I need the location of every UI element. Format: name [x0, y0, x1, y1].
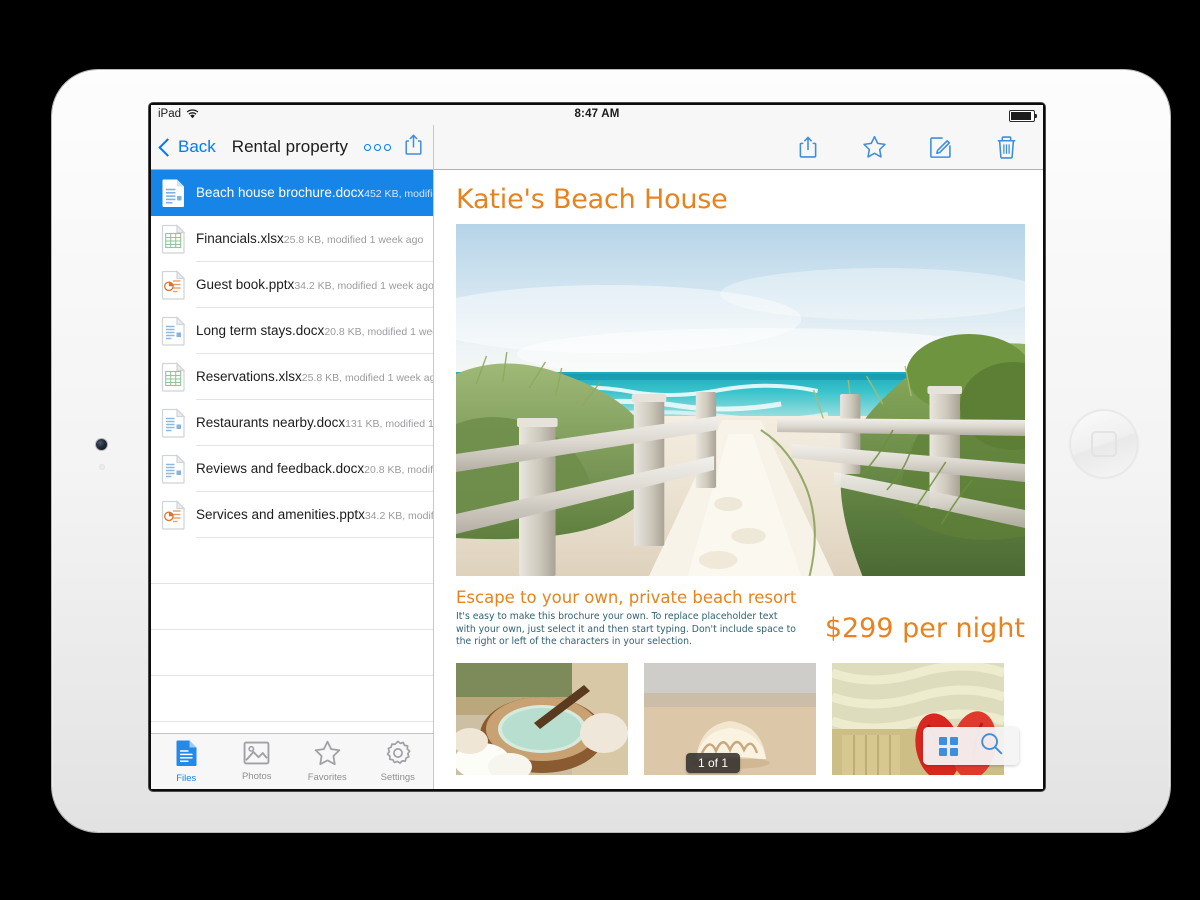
empty-list-row — [151, 538, 433, 584]
ipad-device-frame: iPad 8:47 AM Back — [52, 70, 1170, 832]
tab-label: Files — [151, 773, 222, 784]
hero-image — [456, 224, 1025, 576]
home-button[interactable] — [1070, 410, 1138, 478]
file-meta: 34.2 KB, modified 1 week ago — [365, 510, 433, 522]
tab-favorites[interactable]: Favorites — [292, 740, 363, 783]
empty-list-row — [151, 676, 433, 722]
file-name: Beach house brochure.docx — [196, 185, 364, 200]
tab-bar: Files Photos Favorites Settings — [151, 733, 433, 789]
split-view: Back Rental property — [151, 125, 1043, 789]
file-info: Beach house brochure.docx452 KB, modifie… — [196, 184, 425, 202]
file-list-item[interactable]: Reviews and feedback.docx20.8 KB, modifi… — [151, 446, 433, 492]
floating-controls — [923, 727, 1019, 765]
search-icon — [980, 732, 1003, 760]
master-navigation-bar: Back Rental property — [151, 125, 433, 170]
file-list[interactable]: Beach house brochure.docx452 KB, modifie… — [151, 170, 433, 734]
chevron-left-icon — [158, 138, 176, 156]
document-columns: It's easy to make this brochure your own… — [456, 611, 1025, 649]
file-meta: 20.8 KB, modified 1 week ago — [364, 464, 433, 476]
xlsx-file-icon — [160, 224, 187, 254]
tab-files[interactable]: Files — [151, 739, 222, 784]
tab-label: Settings — [363, 772, 434, 783]
file-list-item[interactable]: Services and amenities.pptx34.2 KB, modi… — [151, 492, 433, 538]
file-meta: 131 KB, modified 1 week ago — [345, 418, 433, 430]
status-bar-clock: 8:47 AM — [151, 108, 1043, 120]
detail-pane: Katie's Beach House — [434, 125, 1043, 789]
edit-button[interactable] — [925, 132, 955, 162]
front-camera — [96, 439, 107, 450]
thumbnail-grid-button[interactable] — [939, 737, 958, 756]
file-name: Services and amenities.pptx — [196, 507, 365, 522]
search-button[interactable] — [980, 732, 1003, 760]
file-name: Reviews and feedback.docx — [196, 461, 364, 476]
file-list-item[interactable]: Reservations.xlsx25.8 KB, modified 1 wee… — [151, 354, 433, 400]
row-separator — [151, 721, 433, 722]
file-name: Guest book.pptx — [196, 277, 294, 292]
document-icon — [174, 754, 199, 771]
share-button[interactable] — [793, 132, 823, 162]
empty-list-row — [151, 630, 433, 676]
pptx-file-icon — [160, 500, 187, 530]
document-toolbar — [434, 125, 1043, 170]
file-info: Guest book.pptx34.2 KB, modified 1 week … — [196, 276, 425, 294]
file-list-item[interactable]: Long term stays.docx20.8 KB, modified 1 … — [151, 308, 433, 354]
tab-label: Favorites — [292, 772, 363, 783]
ipad-screen: iPad 8:47 AM Back — [151, 105, 1043, 789]
file-info: Reservations.xlsx25.8 KB, modified 1 wee… — [196, 368, 425, 386]
file-meta: 34.2 KB, modified 1 week ago — [294, 280, 433, 292]
document-price: $299 per night — [825, 611, 1025, 644]
file-info: Restaurants nearby.docx131 KB, modified … — [196, 414, 425, 432]
document-canvas[interactable]: Katie's Beach House — [434, 170, 1043, 789]
pptx-file-icon — [160, 270, 187, 300]
battery-icon — [1009, 110, 1035, 122]
file-name: Restaurants nearby.docx — [196, 415, 345, 430]
favorite-button[interactable] — [859, 132, 889, 162]
file-meta: 25.8 KB, modified 1 week ago — [302, 372, 433, 384]
tab-settings[interactable]: Settings — [363, 740, 434, 783]
docx-file-icon — [160, 316, 187, 346]
document-subtitle: Escape to your own, private beach resort — [456, 588, 1025, 607]
xlsx-file-icon — [160, 362, 187, 392]
ellipsis-icon[interactable] — [364, 144, 391, 151]
star-icon — [314, 753, 341, 770]
back-button-label: Back — [178, 137, 216, 157]
docx-file-icon — [160, 178, 187, 208]
file-name: Reservations.xlsx — [196, 369, 302, 384]
thumbnail-bath-salts — [456, 663, 628, 775]
file-info: Reviews and feedback.docx20.8 KB, modifi… — [196, 460, 425, 478]
file-info: Long term stays.docx20.8 KB, modified 1 … — [196, 322, 425, 340]
master-pane: Back Rental property — [151, 125, 434, 789]
file-list-item[interactable]: Restaurants nearby.docx131 KB, modified … — [151, 400, 433, 446]
photo-icon — [243, 752, 270, 769]
tab-label: Photos — [222, 771, 293, 782]
file-info: Services and amenities.pptx34.2 KB, modi… — [196, 506, 425, 524]
docx-file-icon — [160, 454, 187, 484]
file-list-item[interactable]: Beach house brochure.docx452 KB, modifie… — [151, 170, 433, 216]
file-meta: 20.8 KB, modified 1 week ago — [324, 326, 433, 338]
file-meta: 452 KB, modified 2 days ago — [364, 188, 433, 200]
page-indicator: 1 of 1 — [686, 753, 740, 773]
docx-file-icon — [160, 408, 187, 438]
gear-icon — [385, 753, 411, 770]
file-name: Long term stays.docx — [196, 323, 324, 338]
back-button[interactable]: Back — [161, 137, 216, 157]
tab-photos[interactable]: Photos — [222, 741, 293, 782]
document-body-text: It's easy to make this brochure your own… — [456, 611, 796, 649]
empty-list-row — [151, 584, 433, 630]
file-info: Financials.xlsx25.8 KB, modified 1 week … — [196, 230, 423, 248]
share-up-arrow-icon[interactable] — [404, 133, 423, 161]
file-list-item[interactable]: Financials.xlsx25.8 KB, modified 1 week … — [151, 216, 433, 262]
delete-button[interactable] — [991, 132, 1021, 162]
screenshot-stage: iPad 8:47 AM Back — [0, 0, 1200, 900]
document-title: Katie's Beach House — [456, 184, 1025, 215]
file-list-item[interactable]: Guest book.pptx34.2 KB, modified 1 week … — [151, 262, 433, 308]
file-meta: 25.8 KB, modified 1 week ago — [284, 234, 424, 246]
grid-icon — [939, 737, 958, 756]
page-title: Rental property — [232, 137, 348, 157]
file-name: Financials.xlsx — [196, 231, 284, 246]
ambient-light-sensor — [99, 464, 105, 470]
status-bar: iPad 8:47 AM — [151, 105, 1043, 125]
